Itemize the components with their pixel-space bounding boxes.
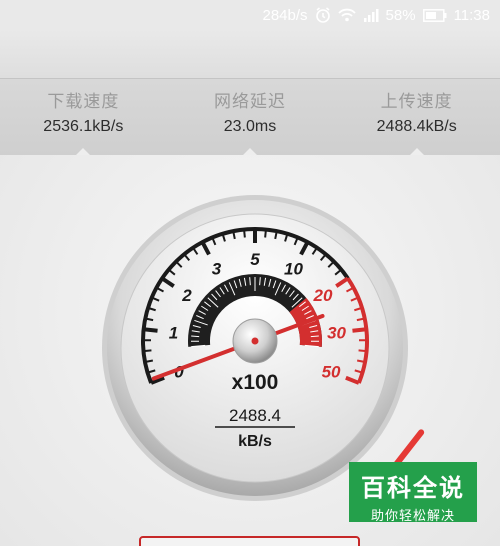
speed-reading: 2488.4 <box>229 406 281 425</box>
inner-tick <box>249 277 251 286</box>
wifi-icon <box>337 8 356 22</box>
minor-tick <box>264 229 267 238</box>
network-speed: 284b/s <box>262 6 308 24</box>
status-bar: 284b/s 58% 11:38 <box>0 0 500 30</box>
scale-label-3: 3 <box>212 260 222 279</box>
scale-label-30: 30 <box>327 323 346 342</box>
scale-label-50: 50 <box>322 363 341 382</box>
inner-tick <box>191 335 200 338</box>
scale-label-20: 20 <box>313 286 333 305</box>
stat-download: 下载速度 2536.1kB/s <box>0 79 167 156</box>
watermark-subtitle: 助你轻松解决 <box>370 508 455 523</box>
hub-center <box>251 337 259 345</box>
scale-label-5: 5 <box>250 250 260 269</box>
alarm-icon <box>315 7 331 23</box>
stats-bar: 下载速度 2536.1kB/s 网络延迟 23.0ms 上传速度 2488.4k… <box>0 78 500 156</box>
scale-label-10: 10 <box>284 260 303 279</box>
major-tick <box>352 327 367 333</box>
signal-icon <box>363 8 379 22</box>
scale-label-1: 1 <box>169 323 178 342</box>
minor-tick <box>358 349 367 353</box>
minor-tick <box>243 229 246 238</box>
stat-upload: 上传速度 2488.4kB/s <box>333 79 500 156</box>
download-value: 2536.1kB/s <box>43 118 124 135</box>
speed-gauge: 0123510203050 x100 2488.4 kB/s <box>102 195 408 501</box>
minor-tick <box>143 349 152 353</box>
watermark-logo: 百科全说 助你轻松解决 <box>349 462 477 523</box>
latency-value: 23.0ms <box>223 118 277 135</box>
battery-icon <box>422 8 447 22</box>
stat-latency: 网络延迟 23.0ms <box>167 79 334 156</box>
download-label: 下载速度 <box>47 92 120 111</box>
latency-label: 网络延迟 <box>214 92 286 111</box>
watermark-title: 百科全说 <box>361 475 465 502</box>
speed-unit: kB/s <box>238 433 272 450</box>
inner-tick <box>259 277 261 286</box>
multiplier-label: x100 <box>232 371 279 394</box>
upload-label: 上传速度 <box>380 92 453 111</box>
scale-label-2: 2 <box>181 286 192 305</box>
inner-tick <box>310 335 319 338</box>
major-tick <box>143 327 158 333</box>
start-test-button[interactable] <box>139 536 360 546</box>
upload-value: 2488.4kB/s <box>376 118 457 135</box>
battery-percent: 58% <box>385 6 416 24</box>
clock: 11:38 <box>453 6 490 24</box>
top-band <box>0 30 500 78</box>
